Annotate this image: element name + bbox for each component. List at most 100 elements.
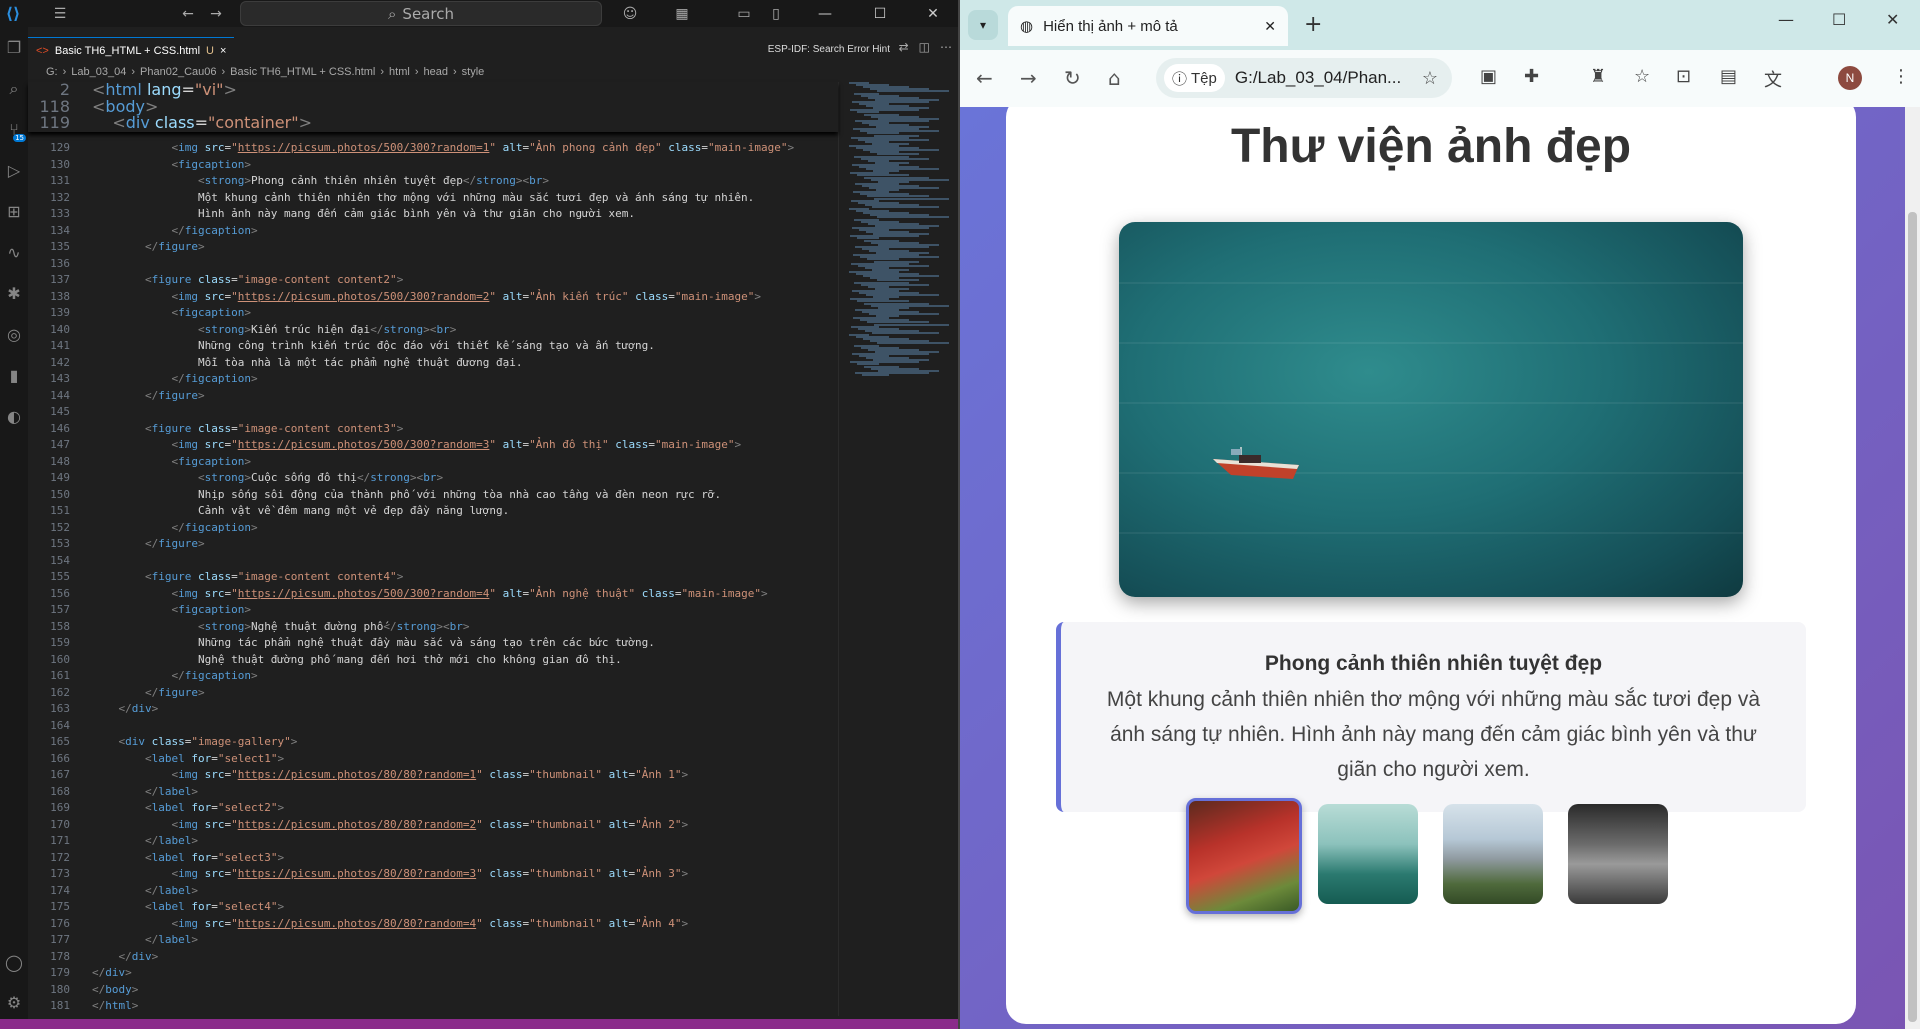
search-view-icon[interactable]: ⌕	[0, 68, 28, 109]
chart-icon[interactable]: ▮	[0, 355, 28, 396]
breadcrumb-item[interactable]: G:	[46, 66, 58, 78]
breadcrumb-item[interactable]: html	[389, 66, 410, 78]
code-line[interactable]: 157 <figcaption>	[28, 602, 838, 619]
address-bar[interactable]: ⓘ Tệp G:/Lab_03_04/Phan... ☆	[1156, 58, 1452, 98]
code-line[interactable]: 161 </figcaption>	[28, 668, 838, 685]
reload-icon[interactable]: ↻	[1064, 66, 1081, 90]
close-icon[interactable]: ✕	[908, 0, 958, 27]
code-line[interactable]: 142 Mỗi tòa nhà là một tác phẩm nghệ thu…	[28, 355, 838, 372]
code-line[interactable]: 177 </label>	[28, 932, 838, 949]
more-actions-icon[interactable]: ⋯	[940, 40, 952, 54]
breadcrumb-item[interactable]: Lab_03_04	[71, 66, 126, 78]
scrollbar-thumb[interactable]	[1908, 212, 1917, 1022]
code-line[interactable]: 136	[28, 256, 838, 273]
code-line[interactable]: 143 </figcaption>	[28, 371, 838, 388]
browser-tab-close-button[interactable]: ✕	[1264, 18, 1276, 35]
thumbnail-3[interactable]	[1443, 804, 1543, 904]
esp-idf-hint[interactable]: ESP-IDF: Search Error Hint	[768, 44, 890, 55]
bug-icon[interactable]: ✱	[0, 273, 28, 314]
code-line[interactable]: 159 Những tác phẩm nghệ thuật đầy màu sắ…	[28, 635, 838, 652]
code-line[interactable]: 137 <figure class="image-content content…	[28, 272, 838, 289]
code-line[interactable]: 132 Một khung cảnh thiên nhiên thơ mộng …	[28, 190, 838, 207]
code-line[interactable]: 180 </body>	[28, 982, 838, 999]
code-line[interactable]: 175 <label for="select4">	[28, 899, 838, 916]
esp-idf-icon[interactable]: ◐	[0, 396, 28, 437]
code-line[interactable]: 149 <strong>Cuộc sống đô thị</strong><br…	[28, 470, 838, 487]
explorer-icon[interactable]: ❐	[0, 27, 28, 68]
editor-tab[interactable]: <> Basic TH6_HTML + CSS.html U ×	[28, 37, 235, 63]
code-line[interactable]: 162 </figure>	[28, 685, 838, 702]
forward-arrow-icon[interactable]: →	[202, 0, 230, 27]
reading-mode-icon[interactable]: ▤	[1720, 66, 1737, 87]
sidebar-toggle-icon[interactable]: ▯	[762, 0, 790, 27]
profile-avatar[interactable]: N	[1838, 66, 1862, 90]
browser-tab[interactable]: ◍ Hiển thị ảnh + mô tả ✕	[1008, 6, 1288, 46]
code-line[interactable]: 170 <img src="https://picsum.photos/80/8…	[28, 817, 838, 834]
browser-forward-icon[interactable]: →	[1020, 66, 1037, 90]
layout-icon[interactable]: ▦	[668, 0, 696, 27]
code-line[interactable]: 150 Nhịp sống sôi động của thành phố với…	[28, 487, 838, 504]
browser-close-icon[interactable]: ✕	[1886, 10, 1899, 29]
code-line[interactable]: 156 <img src="https://picsum.photos/500/…	[28, 586, 838, 603]
minimap[interactable]	[838, 82, 958, 1016]
home-icon[interactable]: ⌂	[1108, 66, 1121, 90]
code-line[interactable]: 139 <figcaption>	[28, 305, 838, 322]
code-line[interactable]: 133 Hình ảnh này mang đến cảm giác bình …	[28, 206, 838, 223]
favorites-icon[interactable]: ☆	[1634, 66, 1650, 87]
code-line[interactable]: 155 <figure class="image-content content…	[28, 569, 838, 586]
code-editor[interactable]: 129 <img src="https://picsum.photos/500/…	[28, 82, 838, 1016]
thumbnail-1[interactable]	[1186, 798, 1302, 914]
code-line[interactable]: 168 </label>	[28, 784, 838, 801]
code-line[interactable]: 154	[28, 553, 838, 570]
wave-icon[interactable]: ∿	[0, 232, 28, 273]
split-editor-icon[interactable]: ◫	[919, 40, 930, 54]
code-line[interactable]: 181 </html>	[28, 998, 838, 1015]
code-line[interactable]: 147 <img src="https://picsum.photos/500/…	[28, 437, 838, 454]
breadcrumb-item[interactable]: Phan02_Cau06	[140, 66, 216, 78]
code-line[interactable]: 151 Cảnh vật về đêm mang một vẻ đẹp đầy …	[28, 503, 838, 520]
source-control-icon[interactable]: ⑂ 15	[0, 109, 28, 150]
code-line[interactable]: 145	[28, 404, 838, 421]
code-line[interactable]: 174 </label>	[28, 883, 838, 900]
code-line[interactable]: 172 <label for="select3">	[28, 850, 838, 867]
code-line[interactable]: 158 <strong>Nghệ thuật đường phố</strong…	[28, 619, 838, 636]
code-line[interactable]: 144 </figure>	[28, 388, 838, 405]
code-line[interactable]: 138 <img src="https://picsum.photos/500/…	[28, 289, 838, 306]
sticky-scroll-header[interactable]: 2 <html lang="vi"> 118 <body> 119 <div class…	[28, 81, 838, 132]
translate-icon[interactable]: 文	[1764, 66, 1782, 92]
incognito-icon[interactable]: ♜	[1590, 66, 1606, 87]
screenshot-icon[interactable]: ⊡	[1676, 66, 1691, 87]
back-arrow-icon[interactable]: ←	[174, 0, 202, 27]
copilot-icon[interactable]: ☺	[616, 0, 644, 27]
menu-icon[interactable]: ☰	[46, 0, 74, 27]
code-line[interactable]: 169 <label for="select2">	[28, 800, 838, 817]
new-tab-button[interactable]: +	[1304, 12, 1322, 37]
extensions-icon[interactable]: ⊞	[0, 191, 28, 232]
code-line[interactable]: 153 </figure>	[28, 536, 838, 553]
code-line[interactable]: 164	[28, 718, 838, 735]
code-line[interactable]: 148 <figcaption>	[28, 454, 838, 471]
code-line[interactable]: 167 <img src="https://picsum.photos/80/8…	[28, 767, 838, 784]
code-line[interactable]: 146 <figure class="image-content content…	[28, 421, 838, 438]
code-line[interactable]: 173 <img src="https://picsum.photos/80/8…	[28, 866, 838, 883]
code-line[interactable]: 176 <img src="https://picsum.photos/80/8…	[28, 916, 838, 933]
thumbnail-4[interactable]	[1568, 804, 1668, 904]
site-info-chip[interactable]: ⓘ Tệp	[1164, 64, 1225, 92]
puzzle-icon[interactable]: ✚	[1524, 66, 1539, 87]
code-line[interactable]: 140 <strong>Kiến trúc hiện đại</strong><…	[28, 322, 838, 339]
code-line[interactable]: 135 </figure>	[28, 239, 838, 256]
browser-maximize-icon[interactable]: ☐	[1832, 10, 1846, 29]
panel-toggle-icon[interactable]: ▭	[730, 0, 758, 27]
run-debug-icon[interactable]: ▷	[0, 150, 28, 191]
breadcrumb-item[interactable]: Basic TH6_HTML + CSS.html	[230, 66, 375, 78]
code-line[interactable]: 141 Những công trình kiến trúc độc đáo v…	[28, 338, 838, 355]
page-scrollbar[interactable]	[1905, 107, 1920, 1029]
breadcrumb-item[interactable]: style	[462, 66, 485, 78]
browser-back-icon[interactable]: ←	[976, 66, 993, 90]
code-line[interactable]: 119 <div class="container">	[28, 114, 838, 132]
remote-icon[interactable]: ◎	[0, 314, 28, 355]
maximize-icon[interactable]: ☐	[855, 0, 905, 27]
code-line[interactable]: 178 </div>	[28, 949, 838, 966]
code-line[interactable]: 152 </figcaption>	[28, 520, 838, 537]
code-line[interactable]: 165 <div class="image-gallery">	[28, 734, 838, 751]
